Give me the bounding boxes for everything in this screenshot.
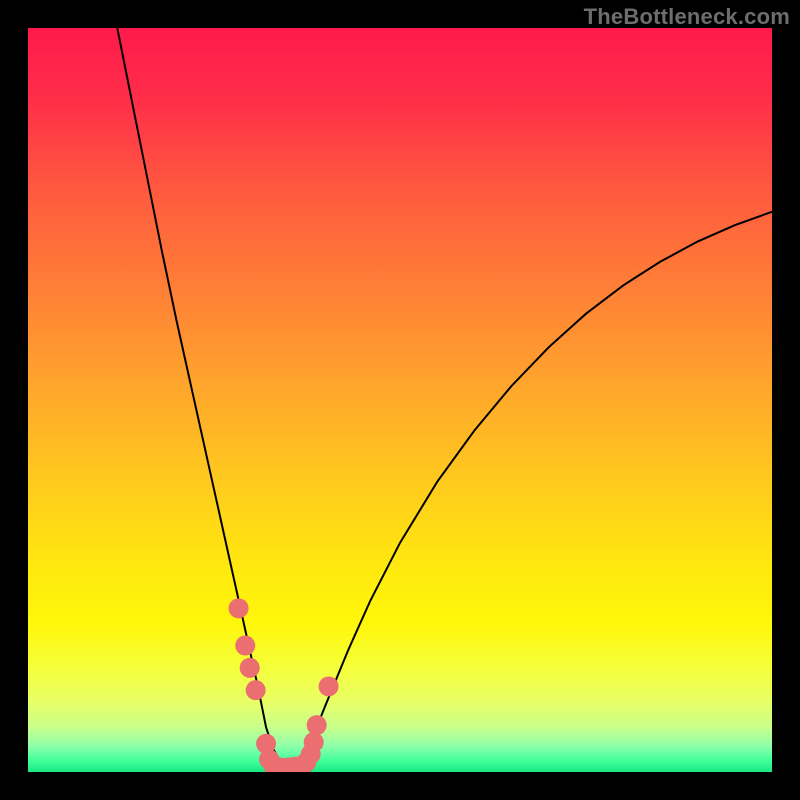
marker-dot bbox=[246, 680, 266, 700]
chart-frame: TheBottleneck.com bbox=[0, 0, 800, 800]
plot-area bbox=[28, 28, 772, 772]
marker-dot bbox=[304, 732, 324, 752]
marker-dot bbox=[307, 715, 327, 735]
watermark-text: TheBottleneck.com bbox=[584, 4, 790, 30]
marker-dot bbox=[319, 676, 339, 696]
marker-dot bbox=[235, 636, 255, 656]
chart-svg bbox=[28, 28, 772, 772]
marker-dot bbox=[240, 658, 260, 678]
marker-dot bbox=[229, 598, 249, 618]
